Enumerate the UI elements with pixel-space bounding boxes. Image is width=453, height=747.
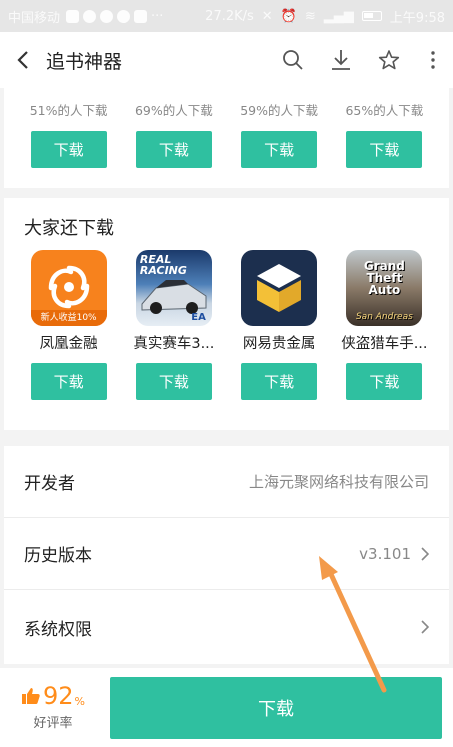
also-download-section: 大家还下载 新人收益10% 凤凰金融 下载 REAL RACING EA 真实赛… [4,198,449,430]
related-app: 65%的人下载 下载 [337,100,431,168]
rating-label: 好评率 [33,716,73,731]
download-button[interactable]: 下载 [241,131,318,168]
download-button[interactable]: 下载 [241,363,318,400]
related-apps-section: 51%的人下载 下载 69%的人下载 下载 59%的人下载 下载 65%的人下载… [4,88,449,188]
related-app: 51%的人下载 下载 [22,100,116,168]
download-button[interactable]: 下载 [30,363,107,400]
rating-unit: % [74,695,85,708]
signal-icon: ▂▄▆ [323,8,354,24]
mute-icon: ✕ [261,8,273,24]
app-item-gta[interactable]: Grand Theft Auto San Andreas 侠盗猎车手... 下载 [337,246,431,400]
main-download-button[interactable]: 下载 [110,676,442,739]
related-app: 59%的人下载 下载 [232,100,326,168]
app-name: 侠盗猎车手... [341,336,428,352]
rating-block: 92 % 好评率 [0,684,106,731]
developer-value: 上海元聚网络科技有限公司 [248,473,429,491]
permissions-label: 系统权限 [24,619,92,640]
search-icon[interactable] [269,32,317,88]
chevron-right-icon [421,546,429,561]
toolbar-icons [269,32,453,88]
network-speed: 27.2K/s [205,8,254,24]
download-button[interactable]: 下载 [346,131,423,168]
history-version-value: v3.101 [359,545,429,563]
app-name: 网易贵金属 [242,336,316,352]
download-percent: 51%的人下载 [29,103,108,118]
carrier-label: 中国移动 [8,10,61,26]
app-detail-screen: 中国移动 ··· 27.2K/s ✕ ⏰ ≋ ▂▄▆ 上午9:58 追书神器 5… [0,0,453,747]
version-text: v3.101 [359,544,411,563]
notification-icon [66,9,80,23]
thumbs-up-icon [22,688,40,704]
download-button[interactable]: 下载 [135,363,212,400]
app-item-fenghuang[interactable]: 新人收益10% 凤凰金融 下载 [22,246,116,400]
app-name: 凤凰金融 [39,336,98,352]
app-notification-icon [100,9,114,23]
status-bar: 中国移动 ··· 27.2K/s ✕ ⏰ ≋ ▂▄▆ 上午9:58 [0,0,453,32]
page-title: 追书神器 [46,50,123,73]
rating-number: 92 [43,682,74,710]
developer-label: 开发者 [24,474,75,494]
download-percent: 65%的人下载 [345,103,424,118]
also-download-row: 新人收益10% 凤凰金融 下载 REAL RACING EA 真实赛车3... [4,246,449,400]
related-app: 69%的人下载 下载 [127,100,221,168]
promo-badge: 新人收益10% [30,310,107,326]
app-item-netease-gold[interactable]: 网易贵金属 下载 [232,246,326,400]
wifi-icon: ≋ [304,8,316,24]
battery-saver-icon [134,9,148,23]
ea-logo: EA [191,312,206,323]
history-version-label: 历史版本 [24,546,92,566]
alarm-icon: ⏰ [280,8,297,24]
download-icon[interactable] [317,32,365,88]
gta-subtitle: San Andreas [355,312,413,322]
history-version-row[interactable]: 历史版本 v3.101 [4,518,449,590]
bottom-bar: 92 % 好评率 下载 [0,668,453,747]
fenghuang-app-icon[interactable]: 新人收益10% [30,250,107,326]
app-notification-icon [117,9,131,23]
netease-gold-app-icon[interactable] [241,250,318,326]
rating-value-group: 92 % [21,684,85,708]
related-apps-row: 51%的人下载 下载 69%的人下载 下载 59%的人下载 下载 65%的人下载… [4,88,449,168]
app-item-real-racing[interactable]: REAL RACING EA 真实赛车3... 下载 [127,246,221,400]
gta-app-icon[interactable]: Grand Theft Auto San Andreas [346,250,423,326]
download-percent: 59%的人下载 [240,103,319,118]
permissions-value [421,620,429,634]
developer-row[interactable]: 开发者 上海元聚网络科技有限公司 [4,446,449,518]
app-name: 真实赛车3... [133,336,215,352]
gta-logo: Grand Theft Auto [363,259,405,297]
star-icon[interactable] [365,32,413,88]
more-notifications-icon: ··· [151,8,164,24]
download-button[interactable]: 下载 [30,131,107,168]
status-right: 27.2K/s ✕ ⏰ ≋ ▂▄▆ 上午9:58 [205,7,445,26]
download-button[interactable]: 下载 [135,131,212,168]
heart-icon [83,9,97,23]
more-icon[interactable] [413,32,453,88]
clock: 上午9:58 [389,10,445,26]
real-racing-app-icon[interactable]: REAL RACING EA [135,250,212,326]
chevron-right-icon [421,620,429,634]
permissions-row[interactable]: 系统权限 [4,590,449,664]
notification-icons: ··· [66,9,163,24]
download-button[interactable]: 下载 [346,363,423,400]
back-icon[interactable] [0,32,46,88]
top-bar: 追书神器 [0,32,453,88]
download-percent: 69%的人下载 [134,103,213,118]
battery-icon [361,11,382,21]
section-title: 大家还下载 [24,218,114,239]
